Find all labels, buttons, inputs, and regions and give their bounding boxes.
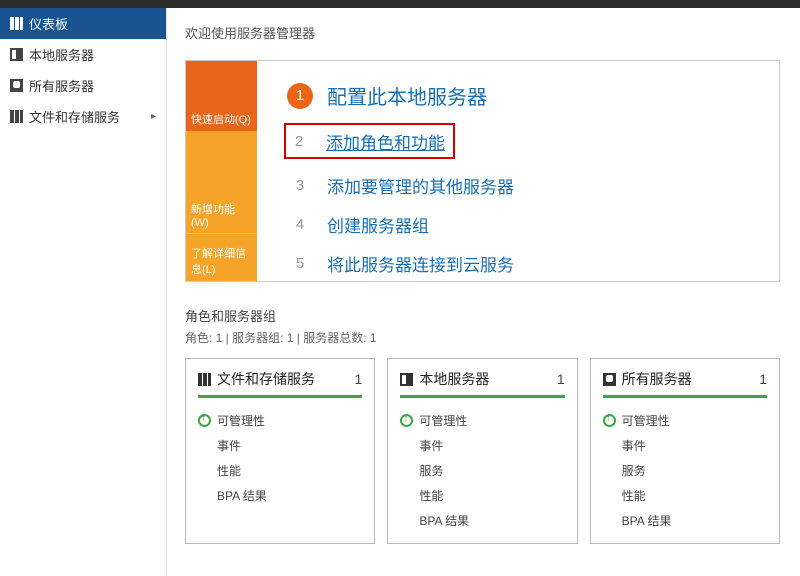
server-icon	[400, 373, 413, 386]
step-number: 3	[287, 172, 313, 198]
tile-row-label: 事件	[419, 437, 443, 454]
tab-whats-new[interactable]: 新增功能(W)	[186, 131, 257, 233]
sidebar-item-label: 所有服务器	[29, 76, 94, 95]
tile-row-label: 可管理性	[622, 412, 670, 429]
tile-divider	[198, 395, 362, 398]
config-tabs: 快速启动(Q) 新增功能(W) 了解详细信息(L)	[186, 61, 257, 281]
tile-divider	[400, 395, 564, 398]
step-number: 5	[287, 250, 313, 276]
tile-row-label: BPA 结果	[419, 512, 469, 529]
status-up-icon	[603, 414, 616, 427]
dashboard-icon	[10, 17, 23, 30]
step-number: 2	[286, 128, 312, 154]
tile-row-bpa[interactable]: BPA 结果	[603, 508, 767, 533]
step-create-group[interactable]: 4 创建服务器组	[287, 211, 749, 237]
tile-row-label: BPA 结果	[217, 487, 267, 504]
tile-header: 文件和存储服务 1	[198, 369, 362, 395]
tab-label: 快速启动(Q)	[191, 111, 251, 127]
tab-label: 了解详细信息(L)	[191, 245, 252, 277]
tab-quick-start[interactable]: 快速启动(Q)	[186, 61, 257, 131]
tile-row-label: 性能	[622, 487, 646, 504]
step-configure-local[interactable]: 1 配置此本地服务器	[287, 81, 749, 110]
tile-header: 所有服务器 1	[603, 369, 767, 395]
tile-row-performance[interactable]: 性能	[400, 483, 564, 508]
tile-row-bpa[interactable]: BPA 结果	[198, 483, 362, 508]
server-icon	[10, 48, 23, 61]
all-servers-icon	[603, 373, 616, 386]
step-connect-cloud[interactable]: 5 将此服务器连接到云服务	[287, 250, 749, 276]
status-up-icon	[198, 414, 211, 427]
config-steps: 1 配置此本地服务器 2 添加角色和功能 3 添加要管理的其他服务器 4 创建服…	[257, 61, 779, 281]
step-label: 配置此本地服务器	[327, 81, 487, 110]
step-add-roles[interactable]: 2 添加角色和功能	[287, 123, 749, 159]
status-up-icon	[400, 414, 413, 427]
tile-row-label: 可管理性	[419, 412, 467, 429]
tile-all-servers[interactable]: 所有服务器 1 可管理性 事件 服务 性能 BPA 结果	[590, 358, 780, 544]
tile-row-label: 事件	[622, 437, 646, 454]
tile-row-events[interactable]: 事件	[198, 433, 362, 458]
tile-count: 1	[355, 371, 363, 387]
roles-header: 角色和服务器组	[185, 306, 780, 325]
tile-row-manageability[interactable]: 可管理性	[603, 408, 767, 433]
tile-row-services[interactable]: 服务	[603, 458, 767, 483]
welcome-title: 欢迎使用服务器管理器	[185, 23, 780, 42]
storage-icon	[198, 373, 211, 386]
tile-row-label: 性能	[419, 487, 443, 504]
tile-row-manageability[interactable]: 可管理性	[198, 408, 362, 433]
step-label: 将此服务器连接到云服务	[327, 251, 514, 276]
sidebar-item-dashboard[interactable]: 仪表板	[0, 8, 166, 39]
tile-row-events[interactable]: 事件	[400, 433, 564, 458]
storage-icon	[10, 110, 23, 123]
roles-subtitle: 角色: 1 | 服务器组: 1 | 服务器总数: 1	[185, 329, 780, 346]
tab-learn-more[interactable]: 了解详细信息(L)	[186, 233, 257, 281]
tile-row-label: 性能	[217, 462, 241, 479]
tile-title: 所有服务器	[622, 369, 692, 389]
tile-row-label: BPA 结果	[622, 512, 672, 529]
sidebar-item-label: 仪表板	[29, 14, 68, 33]
sidebar-item-label: 本地服务器	[29, 45, 94, 64]
tile-count: 1	[557, 371, 565, 387]
tile-row-services[interactable]: 服务	[400, 458, 564, 483]
tiles-row: 文件和存储服务 1 可管理性 事件 性能 BPA 结果 本地服务器 1 可管理性…	[185, 358, 780, 544]
sidebar-item-all-servers[interactable]: 所有服务器	[0, 70, 166, 101]
chevron-right-icon: ▸	[151, 111, 156, 122]
tile-row-performance[interactable]: 性能	[603, 483, 767, 508]
all-servers-icon	[10, 79, 23, 92]
tile-row-events[interactable]: 事件	[603, 433, 767, 458]
sidebar-item-file-storage[interactable]: 文件和存储服务 ▸	[0, 101, 166, 132]
tile-title: 文件和存储服务	[217, 369, 315, 389]
tile-divider	[603, 395, 767, 398]
quick-start-box: 快速启动(Q) 新增功能(W) 了解详细信息(L) 1 配置此本地服务器 2 添…	[185, 60, 780, 282]
tile-title: 本地服务器	[419, 369, 489, 389]
tile-row-label: 事件	[217, 437, 241, 454]
tile-header: 本地服务器 1	[400, 369, 564, 395]
tile-row-label: 服务	[419, 462, 443, 479]
step-label: 创建服务器组	[327, 212, 429, 237]
step-label: 添加角色和功能	[326, 129, 445, 154]
tab-label: 新增功能(W)	[191, 201, 252, 229]
sidebar-item-label: 文件和存储服务	[29, 107, 120, 126]
tile-row-label: 可管理性	[217, 412, 265, 429]
tile-row-performance[interactable]: 性能	[198, 458, 362, 483]
tile-local-server[interactable]: 本地服务器 1 可管理性 事件 服务 性能 BPA 结果	[387, 358, 577, 544]
tile-row-bpa[interactable]: BPA 结果	[400, 508, 564, 533]
top-bar	[0, 0, 800, 8]
tile-count: 1	[759, 371, 767, 387]
step-add-servers[interactable]: 3 添加要管理的其他服务器	[287, 172, 749, 198]
main-panel: 欢迎使用服务器管理器 快速启动(Q) 新增功能(W) 了解详细信息(L) 1 配…	[167, 8, 800, 576]
tile-file-storage[interactable]: 文件和存储服务 1 可管理性 事件 性能 BPA 结果	[185, 358, 375, 544]
tile-row-label: 服务	[622, 462, 646, 479]
highlight-box: 2 添加角色和功能	[284, 123, 455, 159]
step-label: 添加要管理的其他服务器	[327, 173, 514, 198]
sidebar: 仪表板 本地服务器 所有服务器 文件和存储服务 ▸	[0, 8, 167, 576]
step-number: 1	[287, 83, 313, 109]
step-number: 4	[287, 211, 313, 237]
tile-row-manageability[interactable]: 可管理性	[400, 408, 564, 433]
main-container: 仪表板 本地服务器 所有服务器 文件和存储服务 ▸ 欢迎使用服务器管理器 快速启…	[0, 8, 800, 576]
sidebar-item-local-server[interactable]: 本地服务器	[0, 39, 166, 70]
